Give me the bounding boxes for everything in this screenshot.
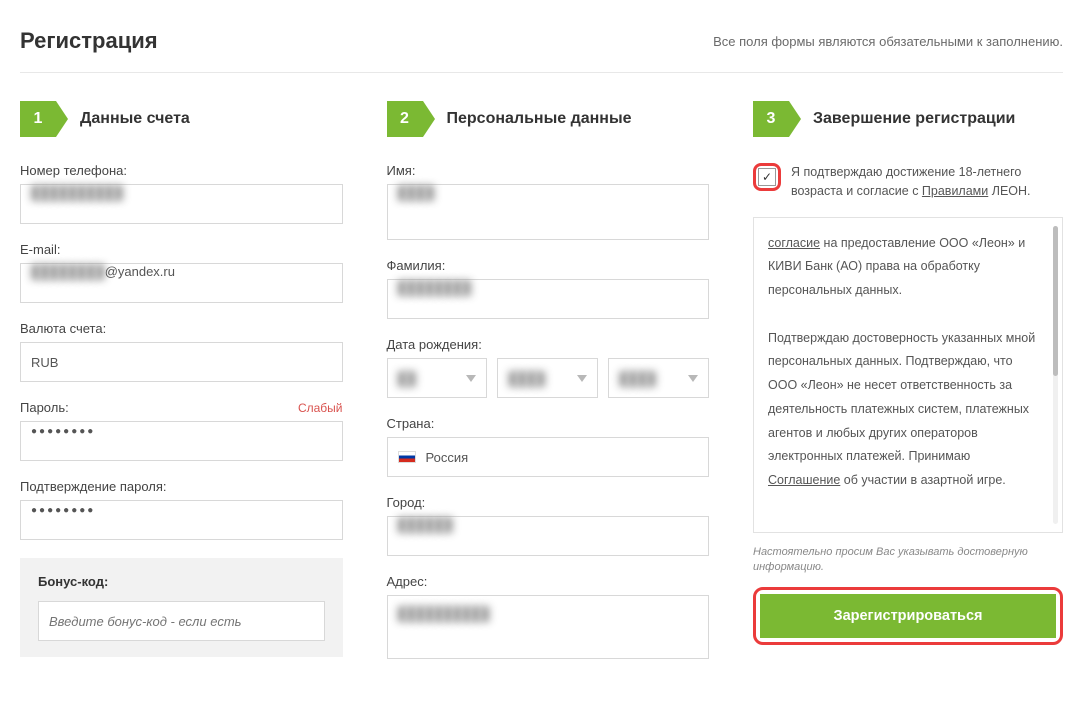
password-label: Пароль: <box>20 400 69 415</box>
terms-box[interactable]: согласие на предоставление ООО «Леон» и … <box>753 217 1063 533</box>
lastname-input[interactable]: ████████ <box>387 279 710 319</box>
firstname-input[interactable]: ████ <box>387 184 710 240</box>
dob-month-select[interactable]: ████ <box>497 358 598 398</box>
russia-flag-icon <box>398 451 416 463</box>
submit-highlight: Зарегистрироваться <box>753 587 1063 645</box>
country-label: Страна: <box>387 416 710 431</box>
bonus-label: Бонус-код: <box>38 574 325 589</box>
chevron-down-icon <box>688 375 698 382</box>
page-header: Регистрация Все поля формы являются обяз… <box>20 28 1063 73</box>
step-3-header: 3 Завершение регистрации <box>753 101 1063 137</box>
phone-input[interactable]: ██████████ <box>20 184 343 224</box>
chevron-down-icon <box>577 375 587 382</box>
lastname-label: Фамилия: <box>387 258 710 273</box>
step-3-badge: 3 <box>753 101 789 137</box>
disclaimer-text: Настоятельно просим Вас указывать достов… <box>753 545 1063 576</box>
address-label: Адрес: <box>387 574 710 589</box>
step-1-title: Данные счета <box>80 110 190 128</box>
column-completion: 3 Завершение регистрации ✓ Я подтверждаю… <box>753 101 1063 677</box>
dob-label: Дата рождения: <box>387 337 710 352</box>
password-confirm-label: Подтверждение пароля: <box>20 479 343 494</box>
currency-value: RUB <box>31 355 58 370</box>
password-input[interactable]: ●●●●●●●● <box>20 421 343 461</box>
consent-link[interactable]: согласие <box>768 236 820 250</box>
step-1-header: 1 Данные счета <box>20 101 343 137</box>
address-textarea[interactable]: ██████████ <box>387 595 710 659</box>
bonus-box: Бонус-код: <box>20 558 343 657</box>
email-label: E-mail: <box>20 242 343 257</box>
page-title: Регистрация <box>20 28 158 54</box>
column-personal: 2 Персональные данные Имя: ████ Фамилия:… <box>387 101 710 677</box>
checkbox-highlight: ✓ <box>753 163 781 191</box>
step-2-badge: 2 <box>387 101 423 137</box>
password-confirm-input[interactable]: ●●●●●●●● <box>20 500 343 540</box>
email-domain: @yandex.ru <box>105 264 175 279</box>
step-2-title: Персональные данные <box>447 110 632 128</box>
age-confirm-text: Я подтверждаю достижение 18-летнего возр… <box>791 163 1063 201</box>
age-confirm-checkbox[interactable]: ✓ <box>758 168 776 186</box>
country-value: Россия <box>426 450 469 465</box>
scrollbar-thumb[interactable] <box>1053 226 1058 376</box>
register-button[interactable]: Зарегистрироваться <box>760 594 1056 638</box>
agreement-link[interactable]: Соглашение <box>768 473 840 487</box>
currency-select[interactable]: RUB <box>20 342 343 382</box>
city-input[interactable]: ██████ <box>387 516 710 556</box>
password-strength: Слабый <box>298 401 343 415</box>
country-select[interactable]: Россия <box>387 437 710 477</box>
step-1-badge: 1 <box>20 101 56 137</box>
currency-label: Валюта счета: <box>20 321 343 336</box>
chevron-down-icon <box>466 375 476 382</box>
rules-link[interactable]: Правилами <box>922 184 988 198</box>
city-label: Город: <box>387 495 710 510</box>
step-2-header: 2 Персональные данные <box>387 101 710 137</box>
dob-year-select[interactable]: ████ <box>608 358 709 398</box>
dob-day-select[interactable]: ██ <box>387 358 488 398</box>
email-input[interactable]: ████████@yandex.ru <box>20 263 343 303</box>
step-3-title: Завершение регистрации <box>813 110 1015 128</box>
column-account: 1 Данные счета Номер телефона: █████████… <box>20 101 343 677</box>
required-note: Все поля формы являются обязательными к … <box>713 34 1063 49</box>
firstname-label: Имя: <box>387 163 710 178</box>
bonus-input[interactable] <box>38 601 325 641</box>
phone-label: Номер телефона: <box>20 163 343 178</box>
